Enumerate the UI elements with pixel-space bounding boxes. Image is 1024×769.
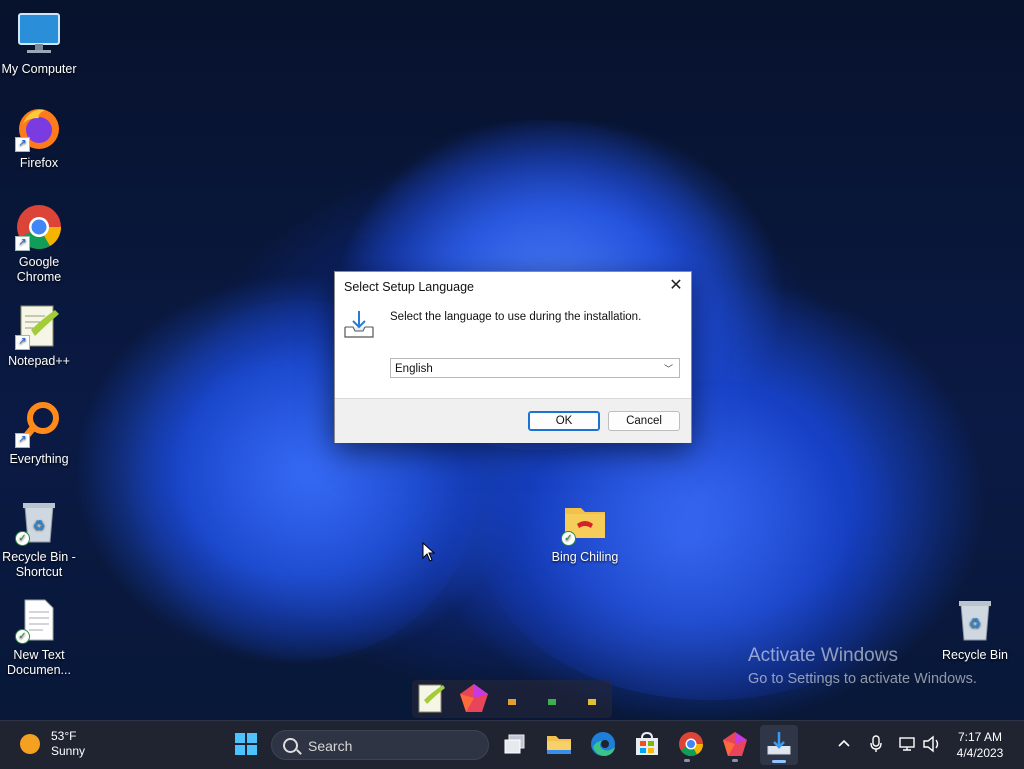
everything-icon: ↗ [15, 400, 63, 448]
weather-condition: Sunny [51, 744, 86, 758]
gem-taskbar-button[interactable] [720, 729, 750, 762]
shortcut-arrow-icon: ↗ [15, 335, 30, 350]
system-clock[interactable]: 7:17 AM 4/4/2023 [948, 729, 1012, 761]
cancel-button[interactable]: Cancel [608, 411, 680, 431]
monitor-icon [15, 10, 63, 58]
folder-icon: ✓ [561, 498, 609, 546]
sync-check-icon: ✓ [15, 531, 30, 546]
task-view-icon [504, 734, 525, 754]
desktop-icon-new-text-document[interactable]: ✓ New Text Documen... [0, 596, 78, 678]
svg-text:♻: ♻ [969, 615, 982, 631]
chrome-icon: ↗ [15, 203, 63, 251]
notepadpp-icon[interactable] [416, 682, 446, 714]
mouse-cursor-icon [422, 541, 436, 562]
setup-taskbar-button[interactable] [760, 725, 798, 765]
desktop-icon-label: New Text Documen... [7, 648, 71, 677]
chrome-taskbar-button[interactable] [676, 729, 706, 762]
taskbar-search-box[interactable]: Search [271, 730, 489, 760]
task-view-button[interactable] [500, 729, 530, 759]
flag-icon[interactable] [548, 694, 556, 705]
shortcut-arrow-icon: ↗ [15, 236, 30, 251]
file-explorer-button[interactable] [544, 729, 574, 759]
running-indicator [684, 759, 690, 762]
desktop-icon-label: Firefox [19, 156, 59, 170]
desktop-icon-my-computer[interactable]: My Computer [0, 10, 78, 77]
chevron-down-icon: ﹀ [663, 364, 673, 374]
volume-icon[interactable] [922, 735, 942, 753]
setup-download-icon [343, 309, 375, 341]
windows-logo-icon [235, 733, 257, 755]
desktop-icon-google-chrome[interactable]: ↗ Google Chrome [0, 203, 78, 285]
store-icon [636, 731, 658, 755]
desktop-icon-label: Bing Chiling [551, 550, 619, 564]
show-hidden-icons-button[interactable] [836, 735, 852, 751]
firefox-icon: ↗ [15, 104, 63, 152]
desktop-icon-firefox[interactable]: ↗ Firefox [0, 104, 78, 171]
search-icon [283, 738, 298, 753]
desktop-icon-label: Google Chrome [16, 255, 62, 284]
start-button[interactable] [231, 729, 261, 759]
edge-button[interactable] [588, 729, 618, 759]
desktop-icon-label: Notepad++ [8, 354, 70, 368]
watermark-title: Activate Windows [748, 645, 898, 666]
desktop-icon-label: Recycle Bin - Shortcut [2, 550, 76, 579]
sun-icon [20, 734, 40, 754]
dialog-message: Select the language to use during the in… [390, 311, 642, 323]
desktop-icon-bing-chiling[interactable]: ✓ Bing Chiling [545, 498, 625, 565]
language-select-value: English [395, 363, 433, 375]
clock-date: 4/4/2023 [956, 746, 1004, 760]
close-button[interactable]: ✕ [661, 272, 691, 300]
activate-windows-watermark: Activate Windows Go to Settings to activ… [748, 645, 977, 687]
chrome-icon [679, 732, 703, 757]
desktop-icon-notepadpp[interactable]: ↗ Notepad++ [0, 302, 78, 369]
running-indicator [732, 759, 738, 762]
network-icon[interactable] [898, 735, 916, 753]
sync-check-icon: ✓ [561, 531, 576, 546]
dialog-body: Select the language to use during the in… [335, 302, 691, 398]
text-file-icon: ✓ [15, 596, 63, 644]
edge-icon [591, 732, 615, 756]
gem-app-icon [723, 732, 747, 756]
taskbar: 53°F Sunny Search 7:17 AM 4/4/2023 [0, 720, 1024, 769]
clock-time: 7:17 AM [957, 730, 1003, 744]
gem-app-icon[interactable] [458, 682, 490, 714]
language-select[interactable]: English ﹀ [390, 358, 680, 378]
shortcut-arrow-icon: ↗ [15, 433, 30, 448]
flag-icon[interactable] [508, 694, 516, 705]
flag-icon[interactable] [588, 694, 596, 705]
setup-download-icon [767, 732, 791, 755]
recycle-bin-icon: ♻ ✓ [15, 498, 63, 546]
weather-temp: 53°F [51, 729, 77, 743]
file-explorer-icon [547, 736, 571, 754]
floating-app-strip [412, 680, 612, 718]
close-icon: ✕ [669, 277, 683, 294]
notepadpp-icon: ↗ [15, 302, 63, 350]
desktop-icon-recycle-bin-shortcut[interactable]: ♻ ✓ Recycle Bin - Shortcut [0, 498, 78, 580]
setup-language-dialog: Select Setup Language ✕ Select the langu… [334, 271, 692, 443]
svg-text:♻: ♻ [33, 517, 46, 533]
shortcut-arrow-icon: ↗ [15, 137, 30, 152]
search-placeholder: Search [308, 738, 353, 754]
desktop-icon-label: Everything [9, 452, 69, 466]
store-button[interactable] [632, 729, 662, 759]
sync-check-icon: ✓ [15, 629, 30, 644]
chevron-up-icon [838, 739, 850, 747]
desktop-icon-label: My Computer [1, 62, 77, 76]
recycle-bin-icon: ♻ [951, 596, 999, 644]
microphone-icon[interactable] [868, 735, 884, 753]
active-indicator [772, 760, 786, 763]
desktop-icon-everything[interactable]: ↗ Everything [0, 400, 78, 467]
ok-button[interactable]: OK [528, 411, 600, 431]
dialog-footer: OK Cancel [335, 398, 691, 443]
watermark-subtitle: Go to Settings to activate Windows. [748, 671, 977, 687]
dialog-title: Select Setup Language [344, 280, 474, 294]
